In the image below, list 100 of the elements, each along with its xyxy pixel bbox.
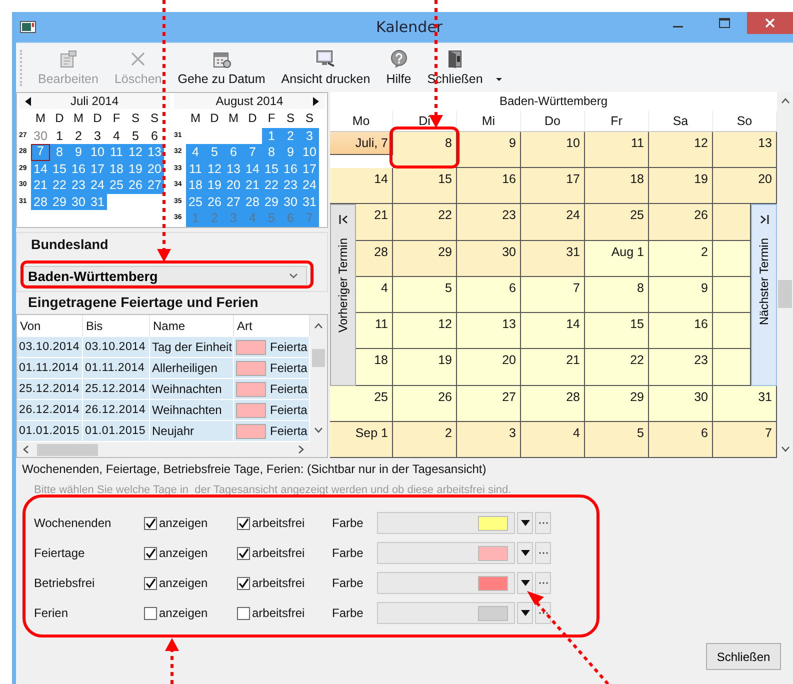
day-cell[interactable]: 21 xyxy=(356,204,393,241)
day-cell[interactable]: 15 xyxy=(585,313,649,350)
scrollbar-thumb[interactable] xyxy=(312,349,325,367)
day-cell[interactable]: 9 xyxy=(457,132,521,168)
next-month-icon[interactable] xyxy=(313,97,319,106)
day-cell[interactable] xyxy=(713,349,751,386)
vertical-scrollbar[interactable] xyxy=(310,315,327,457)
day-cell[interactable]: 7 xyxy=(713,422,777,458)
previous-month-icon[interactable] xyxy=(25,97,31,106)
day-cell[interactable]: 29 xyxy=(585,386,649,422)
day-cell[interactable]: 8 xyxy=(585,276,649,314)
chevron-right-icon[interactable] xyxy=(298,445,304,454)
day-cell[interactable]: 22 xyxy=(393,204,457,241)
day-cell[interactable]: 2 xyxy=(649,240,713,277)
day-cell[interactable]: 17 xyxy=(521,168,585,204)
checkbox[interactable]: anzeigen xyxy=(144,606,237,620)
day-cell[interactable]: Aug 1 xyxy=(585,240,649,277)
scrollbar-thumb[interactable] xyxy=(37,444,98,456)
day-cell[interactable] xyxy=(713,204,751,241)
dropdown-button[interactable] xyxy=(517,572,533,594)
day-cell[interactable]: 2 xyxy=(69,128,88,144)
day-cell[interactable]: 4 xyxy=(356,276,393,314)
day-cell[interactable]: 31 xyxy=(521,240,585,277)
dropdown-button[interactable] xyxy=(517,602,533,624)
day-cell[interactable]: 11 xyxy=(356,313,393,350)
day-cell[interactable]: 19 xyxy=(393,349,457,386)
day-cell[interactable]: 26 xyxy=(393,386,457,422)
scrollbar-thumb[interactable] xyxy=(778,280,792,308)
color-dropdown[interactable] xyxy=(377,572,515,594)
state-dropdown[interactable]: Baden-Württemberg xyxy=(21,266,307,286)
day-cell[interactable]: 5 xyxy=(126,128,145,144)
chevron-down-icon[interactable] xyxy=(314,427,323,433)
horizontal-scrollbar[interactable] xyxy=(17,442,310,457)
day-cell[interactable]: 28 xyxy=(521,386,585,422)
day-cell[interactable]: 18 xyxy=(585,168,649,204)
day-cell[interactable]: 30 xyxy=(31,128,50,144)
day-cell[interactable]: 4 xyxy=(107,128,126,144)
day-cell[interactable]: 19 xyxy=(649,168,713,204)
checkbox[interactable]: anzeigen xyxy=(144,576,237,590)
day-cell[interactable]: 29 xyxy=(393,240,457,277)
day-cell[interactable]: 2 xyxy=(393,422,457,458)
day-cell[interactable]: 7 xyxy=(521,276,585,314)
day-cell[interactable]: 9 xyxy=(649,276,713,314)
color-dropdown[interactable] xyxy=(377,542,515,564)
day-cell[interactable]: 20 xyxy=(713,168,777,204)
day-cell[interactable]: 4 xyxy=(521,422,585,458)
color-dropdown[interactable] xyxy=(377,602,515,624)
day-cell[interactable]: 6 xyxy=(649,422,713,458)
day-cell[interactable]: 13 xyxy=(713,132,777,168)
toolbar-button[interactable]: Hilfe xyxy=(378,50,420,86)
day-cell[interactable] xyxy=(713,276,751,314)
checkbox[interactable]: arbeitsfrei xyxy=(237,516,332,530)
day-cell[interactable]: 3 xyxy=(457,422,521,458)
day-cell[interactable]: 30 xyxy=(649,386,713,422)
day-cell[interactable]: 12 xyxy=(649,132,713,168)
day-cell[interactable]: 25 xyxy=(585,204,649,241)
dropdown-button[interactable] xyxy=(517,512,533,534)
day-cell[interactable] xyxy=(713,313,751,350)
day-cell[interactable]: 16 xyxy=(457,168,521,204)
next-appointment-button[interactable]: Nächster Termin xyxy=(751,204,777,386)
day-cell[interactable]: 16 xyxy=(649,313,713,350)
day-cell[interactable]: 21 xyxy=(521,349,585,386)
day-cell[interactable]: 15 xyxy=(393,168,457,204)
day-cell[interactable]: 5 xyxy=(393,276,457,314)
toolbar-button[interactable]: Schließen xyxy=(419,50,491,86)
day-cell[interactable]: 22 xyxy=(585,349,649,386)
day-cell[interactable]: 26 xyxy=(649,204,713,241)
day-cell[interactable]: 6 xyxy=(457,276,521,314)
day-cell[interactable] xyxy=(713,240,751,277)
day-cell[interactable]: Sep 1 xyxy=(330,422,393,458)
day-cell[interactable]: Juli, 7 xyxy=(330,132,393,155)
day-cell[interactable]: 27 xyxy=(457,386,521,422)
color-dropdown[interactable] xyxy=(377,512,515,534)
toolbar-button[interactable]: Ansicht drucken xyxy=(273,50,378,86)
toolbar-button[interactable]: Gehe zu Datum xyxy=(170,50,274,86)
day-cell[interactable]: 8 xyxy=(393,132,457,168)
day-cell[interactable]: 28 xyxy=(356,240,393,277)
dropdown-icon[interactable] xyxy=(494,76,503,82)
checkbox[interactable]: anzeigen xyxy=(144,516,237,530)
close-button[interactable] xyxy=(747,12,793,34)
chevron-left-icon[interactable] xyxy=(23,445,29,454)
day-cell[interactable]: 3 xyxy=(88,128,107,144)
chevron-down-icon[interactable] xyxy=(780,446,790,452)
day-cell[interactable]: 14 xyxy=(330,168,393,204)
day-cell[interactable]: 10 xyxy=(521,132,585,168)
day-cell[interactable]: 20 xyxy=(457,349,521,386)
checkbox[interactable]: anzeigen xyxy=(144,546,237,560)
checkbox[interactable]: arbeitsfrei xyxy=(237,606,332,620)
day-cell[interactable]: 23 xyxy=(457,204,521,241)
day-cell[interactable]: 25 xyxy=(330,386,393,422)
checkbox[interactable]: arbeitsfrei xyxy=(237,576,332,590)
dropdown-button[interactable] xyxy=(517,542,533,564)
day-cell[interactable]: 18 xyxy=(356,349,393,386)
close-button[interactable]: Schließen xyxy=(706,643,781,670)
day-cell[interactable]: 12 xyxy=(393,313,457,350)
day-cell[interactable]: 31 xyxy=(713,386,777,422)
day-cell[interactable]: 24 xyxy=(521,204,585,241)
chevron-up-icon[interactable] xyxy=(780,98,790,104)
day-cell[interactable]: 30 xyxy=(457,240,521,277)
day-cell[interactable]: 11 xyxy=(585,132,649,168)
